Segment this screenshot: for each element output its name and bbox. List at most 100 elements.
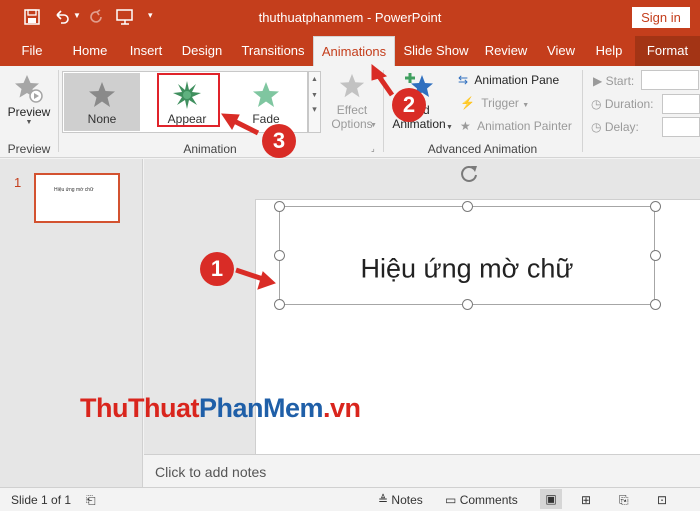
delay-input[interactable] <box>662 117 700 137</box>
gallery-scroll[interactable]: ▲ ▼ ▾ <box>308 71 321 133</box>
tab-design[interactable]: Design <box>178 36 226 66</box>
notes-placeholder: Click to add notes <box>155 464 267 480</box>
duration-label-text: Duration: <box>604 97 654 111</box>
slide-info: Slide 1 of 1 <box>11 493 72 507</box>
comments-toggle[interactable]: ▭ Comments <box>445 493 518 507</box>
effect-options-star-icon <box>339 73 365 98</box>
callout-1: 1 <box>200 252 234 286</box>
effect-options-line1: Effect <box>336 103 368 117</box>
tab-view[interactable]: View <box>542 36 580 66</box>
delay-clock-icon: ◷ <box>591 120 602 134</box>
title-textbox[interactable]: Hiệu ứng mờ chữ <box>279 206 655 305</box>
star-gray-icon <box>89 82 115 107</box>
animation-dialog-launcher-icon[interactable]: ⌟ <box>371 144 375 153</box>
preview-label: Preview <box>7 105 51 119</box>
animation-none[interactable]: None <box>64 73 140 131</box>
ribbon: Preview ▼ Preview None Appear Fade ▲ ▼ ▾… <box>0 66 700 158</box>
watermark-part1: ThuThuat <box>80 393 199 423</box>
animation-fade-label: Fade <box>252 112 280 126</box>
star-fade-green-icon <box>253 82 279 107</box>
notes-toggle[interactable]: ≜ Notes <box>378 493 423 507</box>
gallery-up-icon[interactable]: ▲ <box>309 76 320 83</box>
gallery-more-icon[interactable]: ▾ <box>309 104 320 115</box>
appear-highlight-box <box>157 73 220 127</box>
trigger-icon: ⚡ <box>460 96 475 110</box>
resize-handle[interactable] <box>462 299 473 310</box>
slides-pane: 1 Hiệu ứng mờ chữ <box>0 159 143 487</box>
ribbon-tabs: File Home Insert Design Transitions Anim… <box>0 36 700 68</box>
notes-pane[interactable]: Click to add notes <box>144 454 700 487</box>
start-label-text: Start: <box>605 74 635 88</box>
tab-slide-show[interactable]: Slide Show <box>402 36 470 66</box>
status-bar: Slide 1 of 1 ⎗ ≜ Notes ▭ Comments ▣ ⊞ ⎘ … <box>0 487 700 511</box>
slide-number: 1 <box>14 175 22 190</box>
notes-toggle-label: Notes <box>391 493 423 507</box>
advanced-animation-group-label: Advanced Animation <box>427 142 538 156</box>
start-select[interactable] <box>641 70 699 90</box>
normal-view-icon[interactable]: ▣ <box>540 489 562 509</box>
separator <box>383 70 384 152</box>
animation-painter-button[interactable]: ★ Animation Painter <box>460 119 572 133</box>
delay-label-text: Delay: <box>604 120 639 134</box>
trigger-label: Trigger <box>481 96 519 110</box>
effect-options-dropdown-icon: ▼ <box>370 122 377 129</box>
watermark-part3: .vn <box>323 393 361 423</box>
animation-painter-icon: ★ <box>460 119 471 133</box>
tab-home[interactable]: Home <box>67 36 113 66</box>
resize-handle[interactable] <box>650 250 661 261</box>
resize-handle[interactable] <box>650 201 661 212</box>
resize-handle[interactable] <box>462 201 473 212</box>
tab-animations[interactable]: Animations <box>313 36 395 68</box>
window-title: thuthuatphanmem - PowerPoint <box>258 10 442 25</box>
trigger-button[interactable]: ⚡ Trigger ▼ <box>460 96 529 110</box>
start-label: ▶ Start: <box>593 74 634 88</box>
add-animation-line2: Animation <box>392 117 446 131</box>
preview-star-icon <box>15 75 43 103</box>
trigger-dropdown-icon: ▼ <box>522 102 530 109</box>
slide-thumbnail[interactable]: Hiệu ứng mờ chữ <box>34 173 120 223</box>
start-icon: ▶ <box>593 74 603 88</box>
preview-group-label: Preview <box>7 142 51 156</box>
gallery-down-icon[interactable]: ▼ <box>309 92 320 99</box>
notes-icon: ≜ <box>378 493 389 507</box>
tab-review[interactable]: Review <box>482 36 530 66</box>
slide-thumbnail-text: Hiệu ứng mờ chữ <box>54 187 94 193</box>
animation-group-label: Animation <box>183 142 237 156</box>
watermark: ThuThuatPhanMem.vn <box>80 393 361 424</box>
tab-help[interactable]: Help <box>590 36 628 66</box>
accessibility-icon[interactable]: ⎗ <box>86 493 96 508</box>
rotate-handle-icon[interactable] <box>458 163 480 185</box>
slide-sorter-icon[interactable]: ⊞ <box>581 493 591 507</box>
title-bar: ▼ ▾ thuthuatphanmem - PowerPoint Sign in <box>0 0 700 36</box>
comments-toggle-label: Comments <box>459 493 518 507</box>
duration-input[interactable] <box>662 94 700 114</box>
callout-3: 3 <box>262 124 296 158</box>
tab-transitions[interactable]: Transitions <box>238 36 308 66</box>
tab-format[interactable]: Format <box>635 36 700 66</box>
animation-none-label: None <box>87 112 117 126</box>
tab-insert[interactable]: Insert <box>125 36 167 66</box>
animation-pane-button[interactable]: ⇆ Animation Pane <box>458 73 559 87</box>
animation-painter-label: Animation Painter <box>477 119 572 133</box>
duration-label: ◷ Duration: <box>591 97 654 111</box>
resize-handle[interactable] <box>274 250 285 261</box>
sign-in-button[interactable]: Sign in <box>632 7 690 28</box>
callout-2: 2 <box>392 88 426 122</box>
separator <box>582 70 583 152</box>
add-animation-dropdown-icon: ▼ <box>446 124 453 131</box>
resize-handle[interactable] <box>274 201 285 212</box>
duration-clock-icon: ◷ <box>591 97 602 111</box>
resize-handle[interactable] <box>650 299 661 310</box>
animation-pane-label: Animation Pane <box>474 73 560 87</box>
delay-label: ◷ Delay: <box>591 120 639 134</box>
slideshow-view-icon[interactable]: ⊡ <box>657 493 667 507</box>
animation-pane-icon: ⇆ <box>458 73 469 87</box>
preview-button[interactable]: Preview ▼ <box>6 70 52 136</box>
comments-icon: ▭ <box>445 493 457 507</box>
animation-fade[interactable]: Fade <box>228 73 304 131</box>
preview-dropdown-icon: ▼ <box>25 119 33 126</box>
resize-handle[interactable] <box>274 299 285 310</box>
reading-view-icon[interactable]: ⎘ <box>619 493 629 508</box>
tab-file[interactable]: File <box>12 36 52 66</box>
watermark-part2: PhanMem <box>198 393 324 423</box>
